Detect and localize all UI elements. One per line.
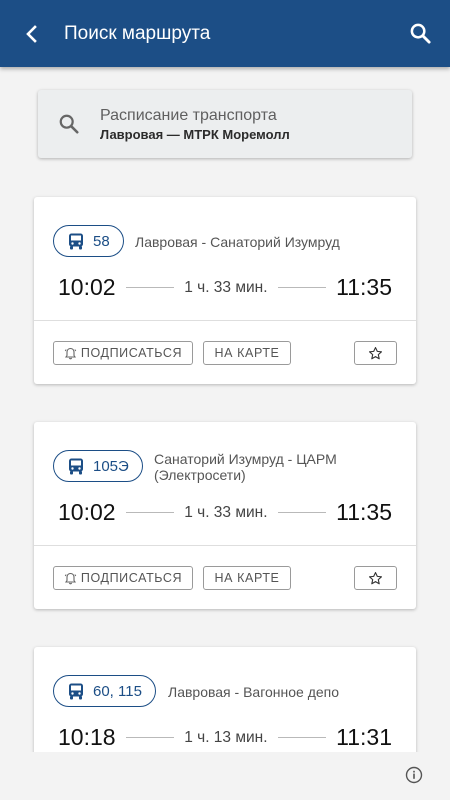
arrival-time: 11:35 — [336, 499, 393, 525]
trip-card[interactable]: 60, 115 Лавровая - Вагонное депо 10:18 1… — [34, 647, 416, 752]
trip-card[interactable]: 58 Лавровая - Санаторий Изумруд 10:02 1 … — [34, 197, 416, 384]
bus-icon — [68, 683, 84, 700]
bell-icon — [64, 572, 77, 585]
route-search-summary[interactable]: Расписание транспорта Лавровая — МТРК Мо… — [38, 90, 412, 158]
results-list[interactable]: 58 Лавровая - Санаторий Изумруд 10:02 1 … — [0, 0, 450, 752]
arrival-time: 11:31 — [336, 724, 393, 750]
divider — [125, 737, 175, 738]
subscribe-label: ПОДПИСАТЬСЯ — [80, 571, 183, 585]
divider — [277, 737, 327, 738]
route-number: 105Э — [93, 457, 129, 475]
departure-time: 10:18 — [58, 724, 116, 750]
search-summary-route: Лавровая — МТРК Моремолл — [100, 126, 290, 142]
route-badge: 105Э — [53, 450, 143, 482]
route-badge: 58 — [53, 225, 124, 257]
subscribe-label: ПОДПИСАТЬСЯ — [80, 346, 183, 360]
map-button[interactable]: НА КАРТЕ — [203, 341, 291, 365]
star-icon — [368, 346, 383, 361]
app-bar: Поиск маршрута — [0, 0, 450, 67]
search-summary-title: Расписание транспорта — [100, 106, 277, 124]
route-badge: 60, 115 — [53, 675, 156, 707]
divider — [125, 287, 175, 288]
search-icon — [409, 22, 432, 45]
trip-duration: 1 ч. 33 мин. — [184, 503, 268, 521]
subscribe-button[interactable]: ПОДПИСАТЬСЯ — [53, 566, 193, 590]
trip-duration: 1 ч. 33 мин. — [184, 278, 268, 296]
departure-time: 10:02 — [58, 499, 116, 525]
arrival-time: 11:35 — [336, 274, 393, 300]
info-icon[interactable] — [405, 766, 423, 784]
favorite-button[interactable] — [354, 341, 397, 365]
star-icon — [368, 571, 383, 586]
route-name: Санаторий Изумруд - ЦАРМ (Электросети) — [154, 451, 337, 483]
search-icon — [38, 113, 100, 135]
map-button[interactable]: НА КАРТЕ — [203, 566, 291, 590]
divider — [125, 512, 175, 513]
bus-icon — [68, 233, 84, 250]
trip-duration: 1 ч. 13 мин. — [184, 728, 268, 746]
trip-card[interactable]: 105Э Санаторий Изумруд - ЦАРМ (Электросе… — [34, 422, 416, 609]
favorite-button[interactable] — [354, 566, 397, 590]
divider — [277, 512, 327, 513]
route-name: Лавровая - Вагонное депо — [168, 684, 340, 700]
route-name: Лавровая - Санаторий Изумруд — [135, 234, 340, 250]
chevron-left-icon — [25, 24, 39, 43]
departure-time: 10:02 — [58, 274, 116, 300]
bus-icon — [68, 458, 84, 475]
search-button[interactable] — [390, 0, 450, 67]
back-button[interactable] — [0, 0, 64, 67]
route-number: 58 — [93, 232, 110, 250]
route-number: 60, 115 — [93, 682, 142, 700]
page-title: Поиск маршрута — [64, 22, 211, 44]
divider — [277, 287, 327, 288]
bottom-bar — [0, 752, 450, 800]
subscribe-button[interactable]: ПОДПИСАТЬСЯ — [53, 341, 193, 365]
bell-icon — [64, 347, 77, 360]
